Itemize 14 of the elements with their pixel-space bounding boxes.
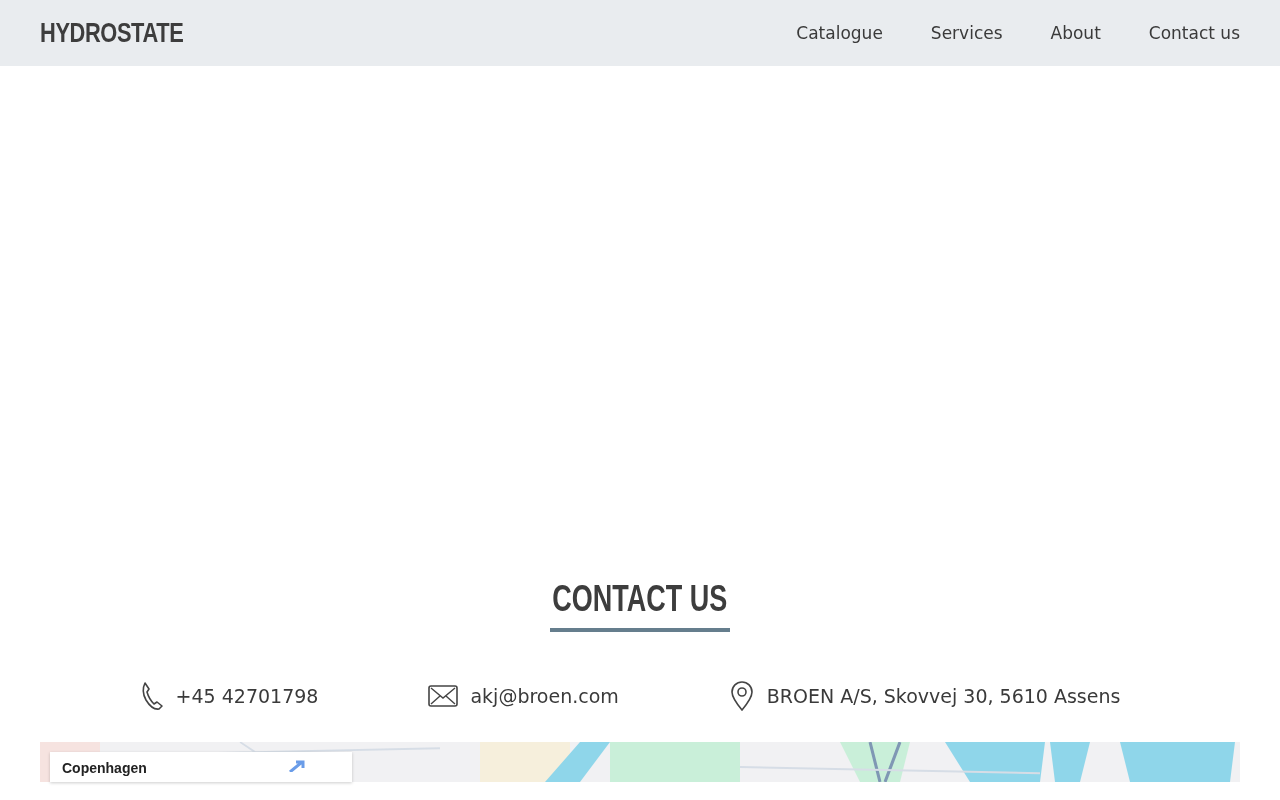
place-name: Copenhagen: [62, 760, 147, 776]
contact-text: +45 42701798: [175, 685, 319, 707]
nav-link[interactable]: Contact us: [1148, 23, 1240, 43]
phone-icon: [139, 681, 164, 711]
envelope-icon: [428, 684, 459, 708]
nav-link[interactable]: About: [1050, 23, 1101, 43]
contact-text: BROEN A/S, Skovvej 30, 5610 Assens: [766, 685, 1121, 707]
nav-link[interactable]: Catalogue: [796, 23, 883, 43]
location-pin-icon: [728, 681, 755, 711]
contact-text: akj@broen.com: [470, 685, 619, 707]
section-heading: CONTACT US: [552, 577, 728, 621]
nav-link[interactable]: Services: [930, 23, 1003, 43]
expand-icon[interactable]: [288, 760, 306, 772]
site-logo[interactable]: HYDROSTATE: [40, 17, 184, 49]
